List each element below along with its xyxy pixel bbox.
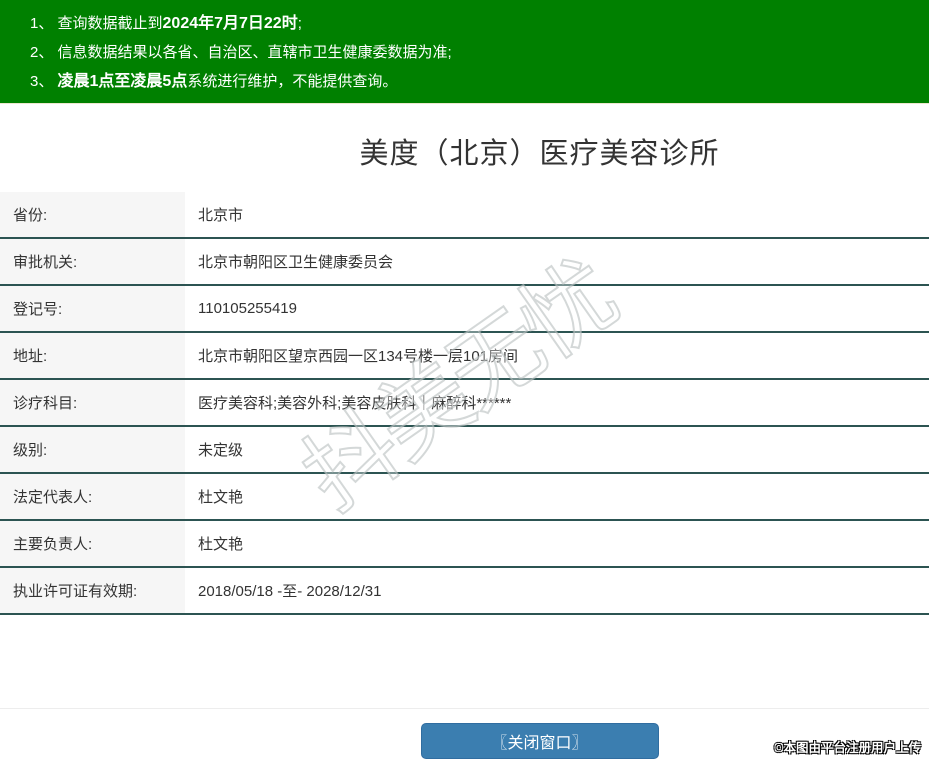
table-row: 地址: 北京市朝阳区望京西园一区134号楼一层101房间	[0, 333, 929, 380]
table-row: 法定代表人: 杜文艳	[0, 474, 929, 521]
row-label: 诊疗科目:	[0, 380, 185, 425]
row-value: 110105255419	[198, 300, 297, 317]
clinic-name-title: 美度（北京）医疗美容诊所	[359, 138, 720, 170]
row-label: 法定代表人:	[0, 474, 185, 519]
table-row: 执业许可证有效期: 2018/05/18 -至- 2028/12/31	[0, 568, 929, 615]
table-row: 审批机关: 北京市朝阳区卫生健康委员会	[0, 239, 929, 286]
row-value: 杜文艳	[198, 536, 244, 553]
row-value: 杜文艳	[198, 489, 244, 506]
row-label: 登记号:	[0, 286, 185, 331]
title-row: 美度（北京）医疗美容诊所	[0, 104, 929, 192]
row-value: 2018/05/18 -至- 2028/12/31	[198, 583, 382, 600]
notice-line-suffix: 系统进行维护，不能提供查询。	[187, 73, 398, 90]
table-row: 省份: 北京市	[0, 192, 929, 239]
notice-line-bold-text: 2024年7月7日22时	[162, 15, 298, 32]
row-label: 级别:	[0, 427, 185, 472]
row-label: 执业许可证有效期:	[0, 568, 185, 613]
notice-line-suffix: ;	[297, 15, 302, 32]
upload-credit-watermark: ©本图由平台注册用户上传	[774, 741, 921, 755]
row-label: 审批机关:	[0, 239, 185, 284]
row-value: 未定级	[198, 442, 244, 459]
row-label: 省份:	[0, 192, 185, 237]
table-row: 级别: 未定级	[0, 427, 929, 474]
row-value: 北京市	[198, 207, 244, 224]
notice-line: 3、 凌晨1点至凌晨5点系统进行维护，不能提供查询。	[30, 67, 909, 96]
clinic-info-table: 省份: 北京市 审批机关: 北京市朝阳区卫生健康委员会 登记号: 1101052…	[0, 192, 929, 615]
table-row: 主要负责人: 杜文艳	[0, 521, 929, 568]
notice-line: 1、 查询数据截止到2024年7月7日22时;	[30, 9, 909, 38]
notice-line-text: 2、 信息数据结果以各省、自治区、直辖市卫生健康委数据为准;	[30, 44, 452, 61]
row-value: 北京市朝阳区卫生健康委员会	[198, 254, 394, 271]
row-label: 地址:	[0, 333, 185, 378]
notice-banner: 1、 查询数据截止到2024年7月7日22时; 2、 信息数据结果以各省、自治区…	[0, 0, 929, 104]
close-window-button[interactable]: 〖关闭窗口〗	[420, 723, 659, 759]
notice-line: 2、 信息数据结果以各省、自治区、直辖市卫生健康委数据为准;	[30, 38, 909, 67]
notice-line-text: 1、 查询数据截止到	[30, 15, 163, 32]
notice-line-text: 3、	[30, 73, 58, 90]
row-label: 主要负责人:	[0, 521, 185, 566]
row-value: 医疗美容科;美容外科;美容皮肤科｜麻醉科******	[198, 395, 512, 412]
table-row: 登记号: 110105255419	[0, 286, 929, 333]
notice-line-bold-text: 凌晨1点至凌晨5点	[57, 73, 188, 90]
row-value: 北京市朝阳区望京西园一区134号楼一层101房间	[198, 348, 519, 365]
table-row: 诊疗科目: 医疗美容科;美容外科;美容皮肤科｜麻醉科******	[0, 380, 929, 427]
